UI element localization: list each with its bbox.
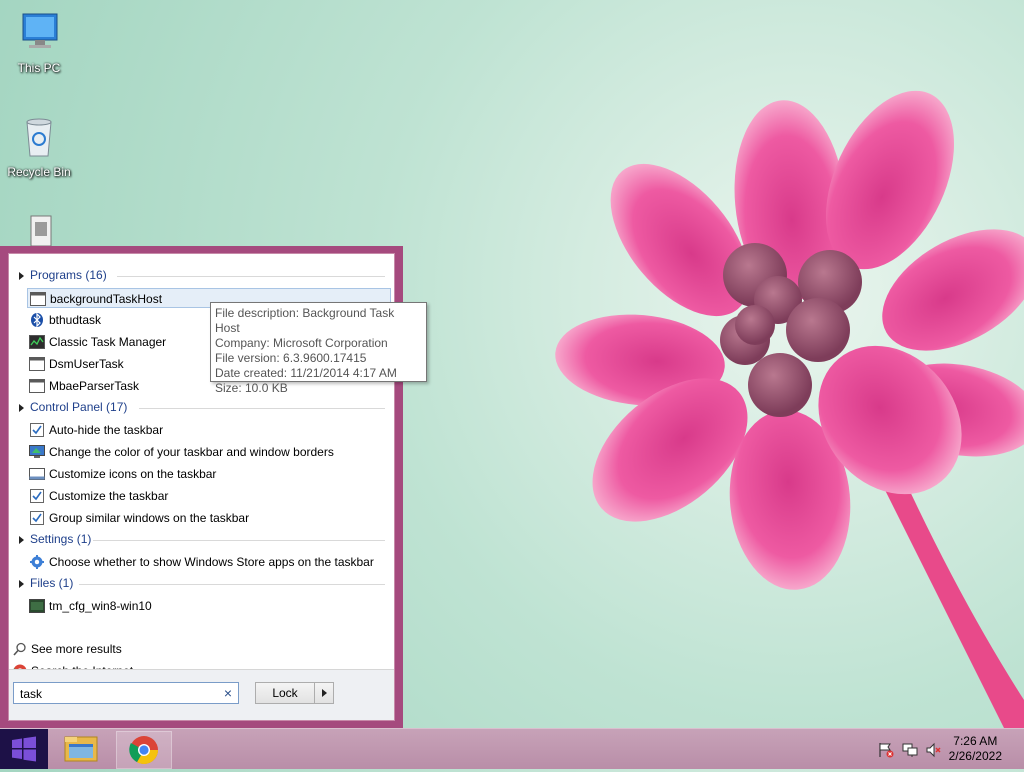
chrome-icon: [129, 736, 158, 764]
category-label: Programs (16): [30, 268, 107, 282]
result-group-similar-windows[interactable]: Group similar windows on the taskbar: [27, 508, 391, 528]
file-icon: [29, 599, 45, 613]
result-label: MbaeParserTask: [49, 379, 140, 393]
category-files[interactable]: Files (1): [17, 576, 385, 594]
expand-arrow-icon: [19, 271, 24, 280]
taskbar-icon: [29, 468, 45, 480]
expand-arrow-icon: [19, 579, 24, 588]
clock[interactable]: 7:26 AM 2/26/2022: [949, 734, 1002, 764]
checklist-icon: [30, 511, 44, 525]
result-tm-cfg-file[interactable]: tm_cfg_win8-win10: [27, 596, 391, 616]
result-customize-icons[interactable]: Customize icons on the taskbar: [27, 464, 391, 484]
search-icon: [13, 642, 26, 656]
network-icon[interactable]: [902, 742, 918, 758]
expand-arrow-icon: [19, 535, 24, 544]
result-label: Choose whether to show Windows Store app…: [49, 555, 374, 569]
clock-time: 7:26 AM: [953, 734, 998, 748]
result-label: DsmUserTask: [49, 357, 124, 371]
windows-logo-icon: [12, 736, 36, 762]
arrow-right-icon: [322, 689, 327, 697]
result-label: backgroundTaskHost: [50, 292, 163, 306]
result-change-taskbar-color[interactable]: Change the color of your taskbar and win…: [27, 442, 391, 462]
folder-icon: [64, 736, 98, 762]
action-center-flag-icon[interactable]: [878, 742, 894, 758]
category-control-panel[interactable]: Control Panel (17): [17, 400, 385, 418]
divider: [93, 540, 385, 541]
desktop-icon-label: Recycle Bin: [7, 165, 71, 179]
search-input[interactable]: [18, 684, 212, 704]
bluetooth-icon: [31, 313, 43, 327]
clock-date: 2/26/2022: [948, 749, 1002, 763]
link-label: See more results: [31, 642, 122, 656]
display-color-icon: [29, 445, 45, 458]
chrome-taskbar-button[interactable]: [116, 731, 172, 769]
tooltip-size: Size: 10.0 KB: [215, 381, 288, 395]
application-icon: [29, 357, 45, 371]
result-auto-hide-taskbar[interactable]: Auto-hide the taskbar: [27, 420, 391, 440]
gear-icon: [30, 555, 44, 569]
start-button[interactable]: [0, 729, 48, 769]
divider: [79, 584, 385, 585]
expand-arrow-icon: [19, 403, 24, 412]
checklist-icon: [30, 489, 44, 503]
category-label: Files (1): [30, 576, 74, 590]
file-info-tooltip: File description: Background Task Host C…: [210, 302, 427, 395]
result-label: Group similar windows on the taskbar: [49, 511, 250, 525]
desktop-icon-this-pc[interactable]: This PC: [2, 8, 76, 75]
search-bar: × Lock: [9, 669, 394, 720]
application-icon: [30, 292, 46, 306]
lock-button[interactable]: Lock: [255, 682, 315, 704]
this-pc-icon: [22, 13, 58, 48]
see-more-results-link[interactable]: See more results: [13, 640, 122, 658]
category-settings[interactable]: Settings (1): [17, 532, 385, 550]
result-customize-taskbar[interactable]: Customize the taskbar: [27, 486, 391, 506]
search-box: ×: [13, 682, 239, 704]
system-tray: 7:26 AM 2/26/2022: [864, 729, 1024, 769]
result-label: Customize the taskbar: [49, 489, 169, 503]
taskbar: 7:26 AM 2/26/2022: [0, 728, 1024, 769]
result-label: Auto-hide the taskbar: [49, 423, 164, 437]
divider: [117, 276, 385, 277]
desktop-icon-recycle-bin[interactable]: Recycle Bin: [2, 112, 76, 179]
application-icon: [29, 379, 45, 393]
category-label: Settings (1): [30, 532, 92, 546]
tooltip-created: Date created: 11/21/2014 4:17 AM: [215, 366, 397, 380]
result-label: Change the color of your taskbar and win…: [49, 445, 334, 459]
power-options-arrow-button[interactable]: [314, 682, 334, 704]
result-label: bthudtask: [49, 313, 102, 327]
tooltip-company: Company: Microsoft Corporation: [215, 336, 388, 350]
category-programs[interactable]: Programs (16): [17, 268, 385, 286]
result-label: Classic Task Manager: [49, 335, 167, 349]
checklist-icon: [30, 423, 44, 437]
task-manager-icon: [29, 335, 45, 349]
result-label: tm_cfg_win8-win10: [49, 599, 152, 613]
category-label: Control Panel (17): [30, 400, 128, 414]
divider: [139, 408, 385, 409]
desktop-icon-label: This PC: [17, 61, 61, 75]
result-label: Customize icons on the taskbar: [49, 467, 217, 481]
result-windows-store-apps-taskbar[interactable]: Choose whether to show Windows Store app…: [27, 552, 391, 572]
file-explorer-taskbar-button[interactable]: [56, 731, 106, 767]
clear-icon[interactable]: ×: [224, 685, 232, 701]
recycle-bin-icon: [26, 118, 52, 157]
tooltip-description: File description: Background Task Host: [215, 306, 395, 335]
tooltip-version: File version: 6.3.9600.17415: [215, 351, 367, 365]
volume-muted-icon[interactable]: [926, 742, 942, 758]
